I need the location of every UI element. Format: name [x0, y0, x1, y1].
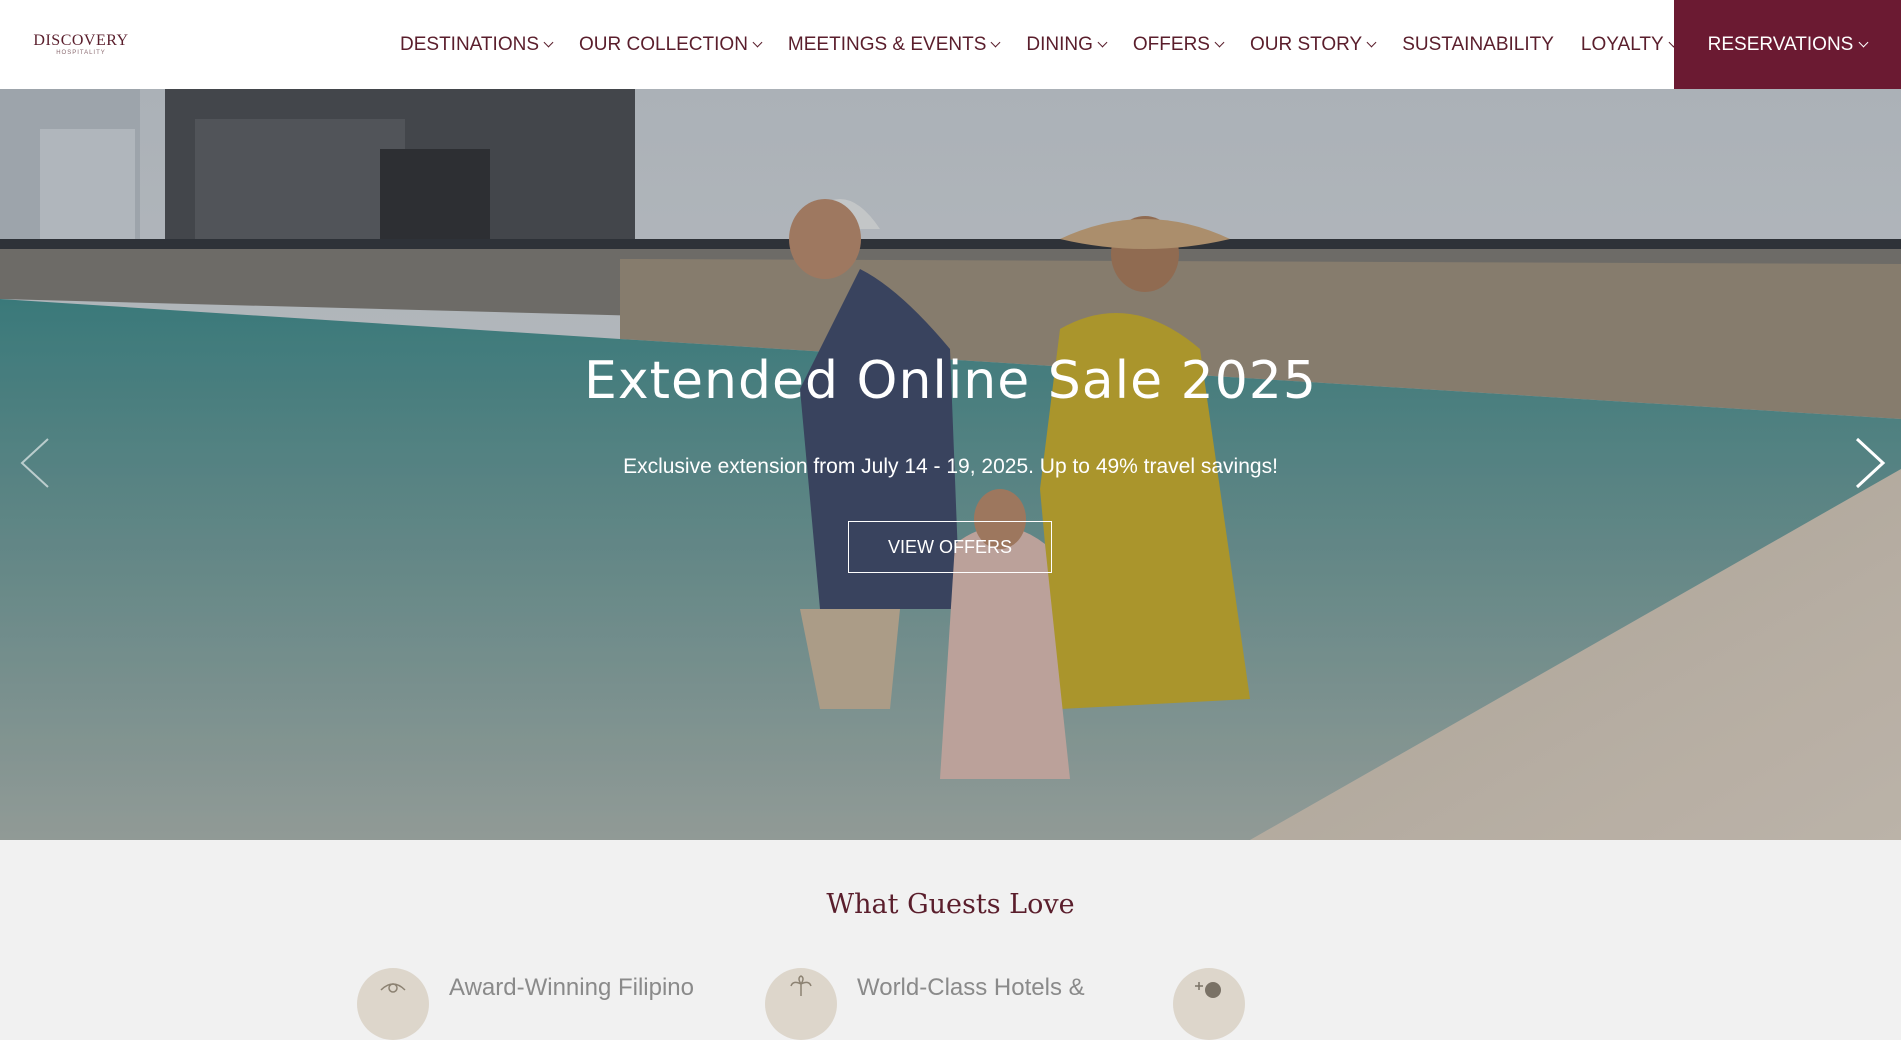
nav-label: MEETINGS & EVENTS	[787, 33, 987, 55]
nav-label: DESTINATIONS	[400, 33, 539, 55]
hero-carousel: Extended Online Sale 2025 Exclusive exte…	[0, 89, 1901, 840]
hero-title: Extended Online Sale 2025	[584, 351, 1317, 411]
chevron-down-icon	[1858, 37, 1869, 48]
nav-label: OUR COLLECTION	[579, 33, 748, 55]
chevron-down-icon	[1366, 37, 1377, 48]
feature-label: Award-Winning Filipino	[449, 974, 694, 1001]
view-offers-button[interactable]: VIEW OFFERS	[848, 521, 1052, 573]
chevron-down-icon	[990, 37, 1001, 48]
chevron-down-icon	[1097, 37, 1108, 48]
chevron-down-icon	[752, 37, 763, 48]
feature-item: Award-Winning Filipino	[357, 968, 694, 1040]
nav-label: DINING	[1026, 33, 1093, 55]
feature-label: World-Class Hotels &	[857, 974, 1085, 1001]
main-nav: DESTINATIONS OUR COLLECTION MEETINGS & E…	[400, 0, 1704, 89]
nav-sustainability[interactable]: SUSTAINABILITY	[1402, 0, 1554, 89]
nav-label: OUR STORY	[1249, 33, 1363, 55]
nav-dining[interactable]: DINING	[1026, 0, 1108, 89]
feature-icon-circle	[1173, 968, 1245, 1040]
nav-offers[interactable]: OFFERS	[1132, 0, 1225, 89]
palm-icon	[790, 975, 812, 996]
leisure-icon	[1195, 982, 1221, 998]
feature-item: World-Class Hotels &	[765, 968, 1085, 1040]
feature-icon-circle	[765, 968, 837, 1040]
feature-item	[1173, 968, 1265, 1040]
reservations-button[interactable]: RESERVATIONS	[1674, 0, 1901, 89]
site-header: DISCOVERY HOSPITALITY DESTINATIONS OUR C…	[0, 0, 1901, 89]
nav-our-collection[interactable]: OUR COLLECTION	[579, 0, 763, 89]
nav-label: SUSTAINABILITY	[1402, 33, 1554, 55]
feature-icon-circle	[357, 968, 429, 1040]
nav-our-story[interactable]: OUR STORY	[1249, 0, 1377, 89]
logo-wordmark: DISCOVERY	[33, 32, 129, 49]
chevron-down-icon	[543, 37, 554, 48]
chevron-down-icon	[1214, 37, 1225, 48]
reservations-label: RESERVATIONS	[1707, 33, 1854, 55]
logo-subtitle: HOSPITALITY	[56, 50, 106, 56]
what-guests-love-heading: What Guests Love	[826, 889, 1075, 920]
nav-label: LOYALTY	[1580, 33, 1664, 55]
award-icon	[380, 983, 406, 993]
nav-destinations[interactable]: DESTINATIONS	[400, 0, 554, 89]
nav-loyalty[interactable]: LOYALTY	[1580, 0, 1679, 89]
discovery-logo[interactable]: DISCOVERY HOSPITALITY	[31, 32, 131, 60]
hero-subtitle: Exclusive extension from July 14 - 19, 2…	[623, 455, 1278, 478]
nav-meetings-events[interactable]: MEETINGS & EVENTS	[787, 0, 1001, 89]
nav-label: OFFERS	[1132, 33, 1210, 55]
